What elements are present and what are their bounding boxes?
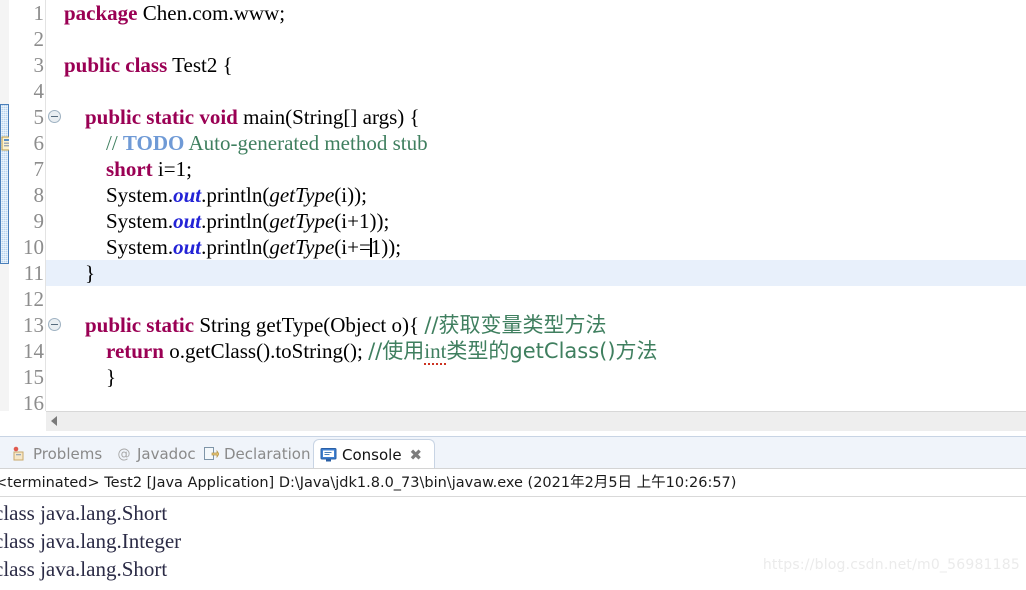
bottom-panel: Problems @ Javadoc Declaration Console ✖ <ter… [0,436,1026,590]
line-number-7[interactable]: 7 [9,156,45,182]
line-number-11[interactable]: 11 [9,260,45,286]
code-token: out [173,209,202,233]
code-line-3[interactable]: public class Test2 { [64,52,1026,78]
code-token: public static [64,313,195,337]
code-token: 1)); [370,235,402,259]
tab-label: Problems [33,445,103,463]
code-token: public class [64,53,168,77]
code-token: out [173,183,202,207]
code-token: main(String[] args) { [237,105,420,129]
code-line-7[interactable]: short i=1; [64,156,1026,182]
tab-declaration[interactable]: Declaration [197,439,311,469]
console-header-divider [0,496,1026,497]
declaration-icon [203,446,219,462]
tab-console[interactable]: Console ✖ [313,439,435,470]
tab-javadoc[interactable]: @ Javadoc [110,439,196,469]
code-token: System. [64,183,174,207]
code-token: (i)); [334,183,367,207]
line-number-14[interactable]: 14 [9,338,45,364]
code-token: //获取变量类型方法 [424,313,607,337]
code-token: Test2 { [167,53,233,77]
console-terminated-line: <terminated> Test2 [Java Application] D:… [0,475,737,491]
svg-text:@: @ [118,447,131,462]
code-token: String getType(Object o){ [194,313,425,337]
code-line-9[interactable]: System.out.println(getType(i+1)); [64,208,1026,234]
code-token: i=1; [152,157,192,181]
line-number-13[interactable]: 13 [9,312,45,338]
code-token: (i+1)); [334,209,390,233]
code-line-15[interactable]: } [64,364,1026,390]
line-number-5[interactable]: 5 [9,104,45,130]
line-number-9[interactable]: 9 [9,208,45,234]
editor-hscroll-row [0,411,1026,433]
code-token: getType [269,235,335,259]
code-token: 类型的getClass()方法 [446,339,658,363]
line-number-12[interactable]: 12 [9,286,45,312]
console-output-line: class java.lang.Short [0,501,168,525]
code-token: (i+= [334,235,371,259]
code-token: Auto-generated method stub [184,131,428,155]
code-token: .println( [201,235,270,259]
line-number-15[interactable]: 15 [9,364,45,390]
code-token: Chen.com.www; [137,1,286,25]
line-number-4[interactable]: 4 [9,78,45,104]
code-line-13[interactable]: public static String getType(Object o){ … [64,312,1026,338]
code-token: System. [64,235,174,259]
fold-marker-line-5[interactable] [48,110,61,123]
code-token: .println( [201,183,270,207]
code-token: TODO [122,131,185,155]
console-output-line: class java.lang.Integer [0,529,182,553]
code-line-11[interactable]: } [64,260,1026,286]
code-token: o.getClass().toString(); [163,339,369,363]
code-token: int [424,339,447,365]
annotation-ruler[interactable] [0,0,14,415]
code-token: getType [269,183,335,207]
code-token: // [64,131,123,155]
line-number-10[interactable]: 10 [9,234,45,260]
panel-tab-bar[interactable]: Problems @ Javadoc Declaration Console ✖ [0,436,1026,470]
line-number-3[interactable]: 3 [9,52,45,78]
code-line-4[interactable] [64,78,1026,104]
code-token: out [173,235,202,259]
code-token: public static void [64,105,238,129]
code-text-area[interactable]: package Chen.com.www; public class Test2… [64,0,1026,415]
code-line-14[interactable]: return o.getClass().toString(); //使用int类… [64,338,1026,365]
tab-problems[interactable]: Problems [6,439,104,469]
code-token: return [64,339,164,363]
code-line-8[interactable]: System.out.println(getType(i)); [64,182,1026,208]
line-number-1[interactable]: 1 [9,0,45,26]
code-editor-pane[interactable]: 1 2 3 4 5 6 7 8 9 10 11 12 13 14 15 16 package Chen.com… [0,0,1026,415]
code-token: //使用 [368,339,425,363]
fold-marker-line-13[interactable] [48,318,61,331]
annotation-selection-marker[interactable] [0,104,9,264]
code-line-10[interactable]: System.out.println(getType(i+=1)); [64,234,1026,260]
code-token: System. [64,209,174,233]
code-line-12[interactable] [64,286,1026,312]
line-number-6[interactable]: 6 [9,130,45,156]
tab-label: Javadoc [137,445,196,463]
code-token: getType [269,209,335,233]
editor-horizontal-scrollbar[interactable] [46,411,1026,431]
problems-icon [12,446,28,462]
tab-label: Console [342,446,402,464]
code-line-1[interactable]: package Chen.com.www; [64,0,1026,26]
line-number-8[interactable]: 8 [9,182,45,208]
code-token: .println( [201,209,270,233]
line-number-2[interactable]: 2 [9,26,45,52]
code-line-6[interactable]: // TODO Auto-generated method stub [64,130,1026,156]
scroll-left-arrow-icon[interactable] [51,416,57,426]
code-line-5[interactable]: public static void main(String[] args) { [64,104,1026,130]
tab-label: Declaration [224,445,311,463]
line-number-gutter[interactable]: 1 2 3 4 5 6 7 8 9 10 11 12 13 14 15 16 [9,0,45,415]
console-icon [320,447,337,463]
close-icon[interactable]: ✖ [410,446,423,464]
code-token: } [64,261,96,285]
javadoc-icon: @ [116,446,132,462]
code-token: } [64,365,117,389]
code-folding-column[interactable] [46,0,64,415]
watermark: https://blog.csdn.net/m0_56981185 [762,557,1020,573]
code-token: short [64,157,153,181]
code-token: package [64,1,138,25]
code-line-2[interactable] [64,26,1026,52]
